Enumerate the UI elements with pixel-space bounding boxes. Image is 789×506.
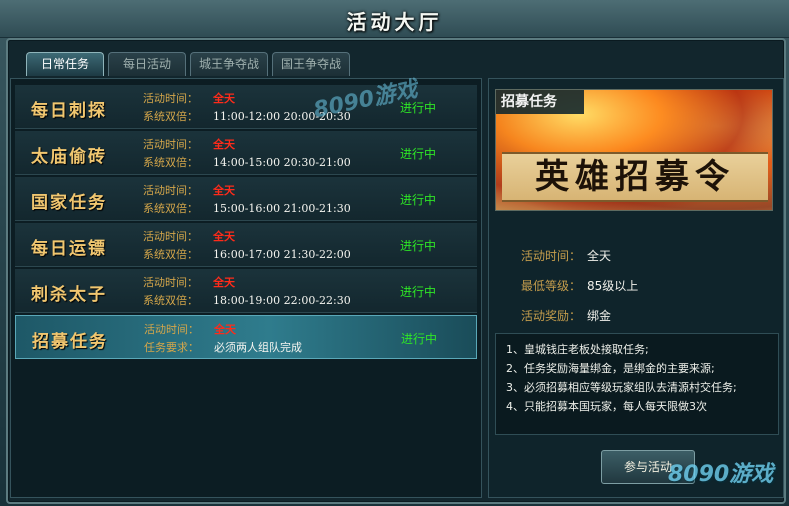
task-name: 刺杀太子 bbox=[31, 285, 107, 305]
min-level-value: 85级以上 bbox=[587, 279, 639, 293]
status-badge: 进行中 bbox=[400, 147, 437, 161]
min-level-row: 最低等级： 85级以上 bbox=[521, 277, 638, 294]
task-row[interactable]: 每日运镖 活动时间： 全天 系统双倍： 16:00-17:00 21:30-22:0… bbox=[15, 223, 477, 267]
activity-time-row: 活动时间： 全天 bbox=[521, 247, 611, 264]
time-value: 全天 bbox=[214, 323, 236, 336]
status-badge: 进行中 bbox=[400, 239, 437, 253]
time-value: 全天 bbox=[213, 138, 235, 151]
activity-time-value: 全天 bbox=[587, 249, 612, 263]
description-line: 1、皇城钱庄老板处接取任务; bbox=[506, 343, 649, 356]
min-level-label: 最低等级： bbox=[521, 279, 582, 293]
task-name: 太庙偷砖 bbox=[31, 147, 107, 167]
double-value: 15:00-16:00 21:00-21:30 bbox=[213, 202, 351, 215]
event-banner-image: 招募任务 英雄招募令 bbox=[495, 89, 773, 211]
double-value: 14:00-15:00 20:30-21:00 bbox=[213, 156, 351, 169]
activity-time-label: 活动时间： bbox=[521, 249, 582, 263]
time-value: 全天 bbox=[213, 184, 235, 197]
banner-title: 英雄招募令 bbox=[535, 157, 735, 197]
time-label: 活动时间： bbox=[143, 92, 198, 105]
task-name: 每日刺探 bbox=[31, 101, 107, 121]
window-title: 活动大厅 bbox=[346, 10, 443, 34]
double-value: 18:00-19:00 22:00-22:30 bbox=[213, 294, 351, 307]
time-label: 活动时间： bbox=[143, 276, 198, 289]
task-name: 招募任务 bbox=[32, 332, 108, 352]
tab-daily-activities[interactable]: 每日活动 bbox=[108, 52, 186, 76]
task-list: 每日刺探 活动时间： 全天 系统双倍： 11:00-12:00 20:00-20:3… bbox=[10, 78, 482, 498]
status-badge: 进行中 bbox=[400, 285, 437, 299]
task-detail-panel: 招募任务 英雄招募令 活动时间： 全天 最低等级： 85级以上 活动奖励： 绑金 1、… bbox=[488, 78, 784, 498]
task-row-selected[interactable]: 招募任务 活动时间： 全天 任务要求： 必须两人组队完成 进行中 bbox=[15, 315, 477, 359]
tab-king-war[interactable]: 国王争夺战 bbox=[272, 52, 350, 76]
double-label: 系统双倍： bbox=[143, 248, 198, 261]
tab-city-war[interactable]: 城王争夺战 bbox=[190, 52, 268, 76]
requirement-value: 必须两人组队完成 bbox=[214, 341, 302, 354]
tab-daily-tasks[interactable]: 日常任务 bbox=[26, 52, 104, 76]
description-line: 3、必须招募相应等级玩家组队去清源村交任务; bbox=[506, 381, 737, 394]
task-description: 1、皇城钱庄老板处接取任务; 2、任务奖励海量绑金，是绑金的主要来源; 3、必须… bbox=[495, 333, 779, 435]
window-title-bar: 活动大厅 bbox=[0, 0, 789, 38]
banner-label: 招募任务 bbox=[496, 90, 584, 114]
status-badge: 进行中 bbox=[400, 193, 437, 207]
status-badge: 进行中 bbox=[401, 332, 438, 346]
double-label: 系统双倍： bbox=[143, 156, 198, 169]
task-row[interactable]: 太庙偷砖 活动时间： 全天 系统双倍： 14:00-15:00 20:30-21:0… bbox=[15, 131, 477, 175]
double-label: 系统双倍： bbox=[143, 294, 198, 307]
time-value: 全天 bbox=[213, 230, 235, 243]
time-label: 活动时间： bbox=[143, 230, 198, 243]
time-value: 全天 bbox=[213, 276, 235, 289]
time-label: 活动时间： bbox=[143, 138, 198, 151]
time-label: 活动时间： bbox=[144, 323, 199, 336]
time-label: 活动时间： bbox=[143, 184, 198, 197]
double-value: 16:00-17:00 21:30-22:00 bbox=[213, 248, 351, 261]
time-value: 全天 bbox=[213, 92, 235, 105]
requirement-label: 任务要求： bbox=[144, 341, 199, 354]
reward-row: 活动奖励： 绑金 bbox=[521, 307, 611, 324]
description-line: 4、只能招募本国玩家，每人每天限做3次 bbox=[506, 400, 707, 413]
reward-value: 绑金 bbox=[587, 309, 612, 323]
task-name: 每日运镖 bbox=[31, 239, 107, 259]
task-row[interactable]: 国家任务 活动时间： 全天 系统双倍： 15:00-16:00 21:00-21:3… bbox=[15, 177, 477, 221]
double-label: 系统双倍： bbox=[143, 202, 198, 215]
description-line: 2、任务奖励海量绑金，是绑金的主要来源; bbox=[506, 362, 715, 375]
reward-label: 活动奖励： bbox=[521, 309, 582, 323]
task-name: 国家任务 bbox=[31, 193, 107, 213]
task-row[interactable]: 刺杀太子 活动时间： 全天 系统双倍： 18:00-19:00 22:00-22:3… bbox=[15, 269, 477, 313]
double-label: 系统双倍： bbox=[143, 110, 198, 123]
site-watermark-bottom: 8090游戏 bbox=[668, 462, 774, 487]
